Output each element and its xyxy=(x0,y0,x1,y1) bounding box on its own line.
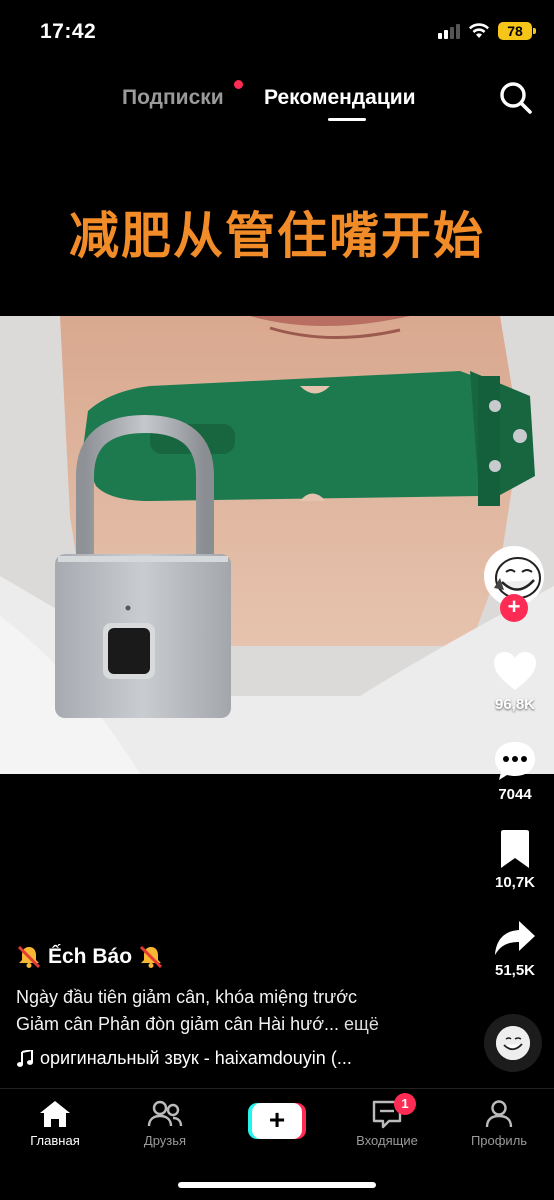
muted-bell-icon xyxy=(139,945,163,969)
tab-profile[interactable]: Профиль xyxy=(454,1099,544,1148)
profile-icon xyxy=(485,1100,513,1128)
share-count: 51,5K xyxy=(494,962,536,979)
tab-profile-label: Профиль xyxy=(470,1133,528,1148)
active-tab-indicator xyxy=(328,118,366,121)
home-icon xyxy=(40,1101,70,1127)
create-button[interactable]: + xyxy=(248,1103,306,1139)
wifi-icon xyxy=(469,23,489,38)
following-notification-dot xyxy=(234,80,243,89)
comment-button[interactable]: 7044 xyxy=(480,740,550,803)
battery-level: 78 xyxy=(507,23,523,39)
top-nav: Подписки Рекомендации xyxy=(0,80,554,124)
sound-name: оригинальный звук - haixamdouyin (... xyxy=(40,1048,352,1068)
save-count: 10,7K xyxy=(494,874,536,891)
signal-icon xyxy=(438,23,460,39)
tab-friends[interactable]: Друзья xyxy=(120,1099,210,1148)
tab-home-label: Главная xyxy=(30,1133,80,1148)
home-indicator xyxy=(178,1182,376,1188)
description-line: Ngày đầu tiên giảm cân, khóa miệng trước xyxy=(16,987,358,1007)
status-time: 17:42 xyxy=(40,20,97,43)
muted-bell-icon xyxy=(17,945,41,969)
post-description[interactable]: Ngày đầu tiên giảm cân, khóa miệng trước… xyxy=(16,984,466,1038)
troll-face-icon xyxy=(496,1026,530,1060)
inbox-badge: 1 xyxy=(394,1093,416,1115)
like-button[interactable]: 96,8K xyxy=(480,650,550,713)
bookmark-icon xyxy=(501,830,529,868)
save-button[interactable]: 10,7K xyxy=(480,828,550,891)
tab-home[interactable]: Главная xyxy=(10,1099,100,1148)
friends-icon xyxy=(147,1100,183,1127)
heart-icon xyxy=(494,652,536,690)
tab-following[interactable]: Подписки xyxy=(122,86,224,110)
tab-inbox-label: Входящие xyxy=(356,1133,418,1148)
tab-for-you[interactable]: Рекомендации xyxy=(264,86,416,110)
sound-row[interactable]: оригинальный звук - haixamdouyin (... xyxy=(16,1048,466,1069)
battery-icon: 78 xyxy=(498,22,536,40)
share-button[interactable]: 51,5K xyxy=(480,918,550,979)
post-info: Ếch Báo Ngày đầu tiên giảm cân, khóa miệ… xyxy=(16,944,466,1069)
like-count: 96,8K xyxy=(494,696,536,713)
comment-icon xyxy=(495,742,535,780)
status-icons: 78 xyxy=(438,22,536,40)
search-icon[interactable] xyxy=(498,80,534,116)
music-note-icon xyxy=(17,1049,33,1067)
author-username[interactable]: Ếch Báo xyxy=(48,945,132,969)
share-icon xyxy=(495,921,535,955)
video-frame[interactable] xyxy=(0,316,554,774)
more-link[interactable]: ещё xyxy=(344,1014,379,1034)
comment-count: 7044 xyxy=(498,786,532,803)
plus-icon: + xyxy=(252,1103,302,1139)
tab-inbox[interactable]: 1 Входящие xyxy=(342,1093,432,1148)
tab-friends-label: Друзья xyxy=(143,1133,187,1148)
video-overlay-text: 减肥从管住嘴开始 xyxy=(69,207,485,265)
status-bar: 17:42 78 xyxy=(0,0,554,66)
music-disc-cover xyxy=(496,1026,530,1060)
follow-button[interactable]: + xyxy=(500,594,528,622)
video-image xyxy=(0,316,554,774)
author-row[interactable]: Ếch Báo xyxy=(16,944,466,970)
music-disc[interactable] xyxy=(484,1014,542,1072)
description-line: Giảm cân Phản đòn giảm cân Hài hướ... xyxy=(16,1014,340,1034)
